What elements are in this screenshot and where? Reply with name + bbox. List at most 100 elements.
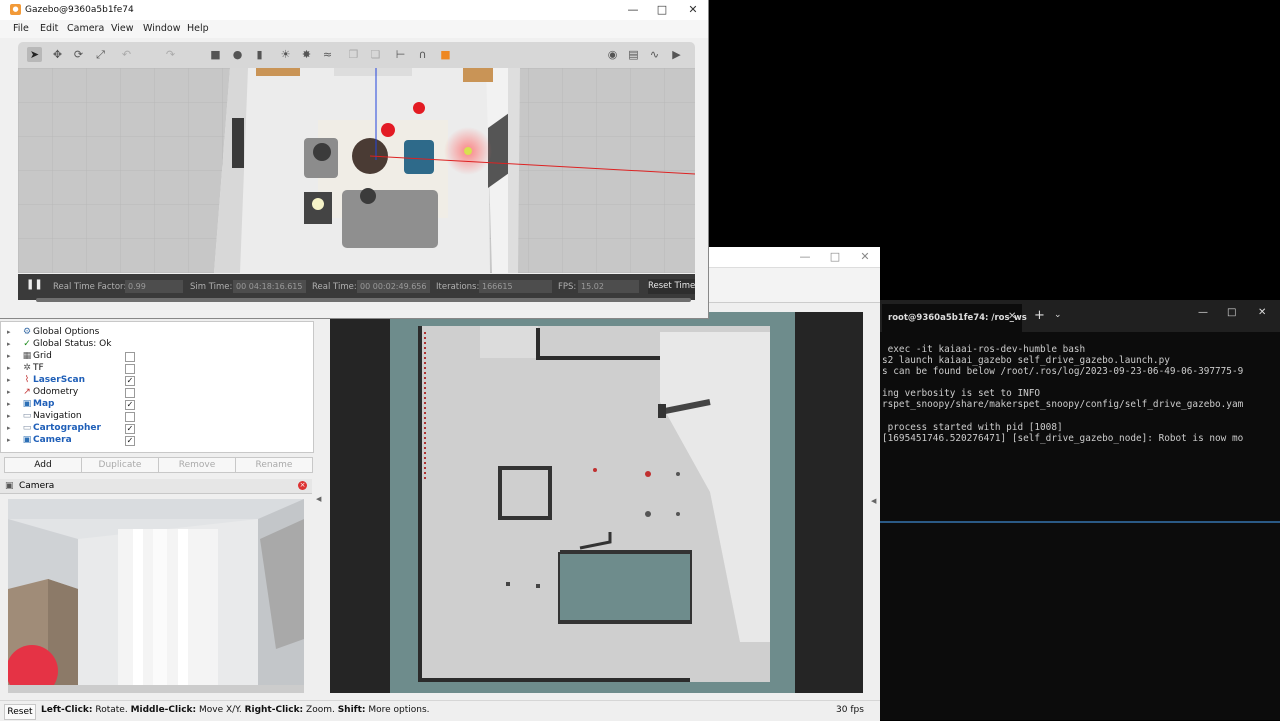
display-item[interactable]: ▸ ⌇ LaserScan ✓ bbox=[5, 374, 305, 386]
expand-arrow-icon[interactable]: ▸ bbox=[7, 338, 15, 350]
sphere-shape-icon[interactable]: ● bbox=[230, 47, 245, 62]
menu-edit[interactable]: Edit bbox=[40, 23, 58, 34]
new-tab-icon[interactable]: + bbox=[1034, 308, 1045, 323]
maximize-icon[interactable]: □ bbox=[828, 250, 842, 264]
copy-icon[interactable]: ❐ bbox=[346, 47, 361, 62]
menu-file[interactable]: File bbox=[13, 23, 29, 34]
close-icon[interactable]: ✕ bbox=[686, 3, 700, 17]
hint-desc: Move X/Y. bbox=[196, 705, 245, 715]
minimize-icon[interactable]: — bbox=[798, 250, 812, 264]
expand-arrow-icon[interactable]: ▸ bbox=[7, 350, 15, 362]
video-record-icon[interactable]: ▶ bbox=[669, 47, 684, 62]
grid-icon: ▦ bbox=[22, 351, 32, 361]
map-3d-view[interactable] bbox=[330, 312, 863, 693]
folder-icon: ▭ bbox=[22, 411, 32, 421]
rviz-statusbar: Reset Left-Click: Rotate. Middle-Click: … bbox=[0, 700, 880, 721]
display-enable-checkbox[interactable]: ✓ bbox=[125, 400, 135, 410]
terminal-pane-divider[interactable] bbox=[880, 521, 1280, 523]
menu-view[interactable]: View bbox=[111, 23, 134, 34]
paste-icon[interactable]: ❏ bbox=[368, 47, 383, 62]
terminal-tab-title: root@9360a5b1fe74: /ros_ws bbox=[888, 313, 1027, 323]
gazebo-toolbar: ➤ ✥ ⟳ ⤢ ↶ ↷ ■ ● ▮ ☀ ✸ ≈ ❐ ❏ ⊢ ∩ ■ ◉ ▤ ∿ … bbox=[18, 42, 695, 68]
rotate-mode-icon[interactable]: ⟳ bbox=[71, 47, 86, 62]
snap-icon[interactable]: ∩ bbox=[415, 47, 430, 62]
display-item[interactable]: ▸ ▣ Map ✓ bbox=[5, 398, 305, 410]
terminal-tab[interactable]: root@9360a5b1fe74: /ros_ws ✕ bbox=[882, 304, 1027, 332]
close-tab-icon[interactable]: ✕ bbox=[1008, 311, 1016, 322]
gear-icon: ⚙ bbox=[22, 327, 32, 337]
menu-help[interactable]: Help bbox=[187, 23, 209, 34]
display-enable-checkbox[interactable]: ✓ bbox=[125, 436, 135, 446]
plot-icon[interactable]: ∿ bbox=[647, 47, 662, 62]
close-icon[interactable]: ✕ bbox=[1258, 307, 1266, 318]
menu-window[interactable]: Window bbox=[143, 23, 180, 34]
maximize-icon[interactable]: □ bbox=[1227, 307, 1236, 318]
terminal-output[interactable]: exec -it kaiaai-ros-dev-humble bash s2 la… bbox=[882, 344, 1280, 464]
spot-light-icon[interactable]: ✸ bbox=[299, 47, 314, 62]
close-icon[interactable]: ✕ bbox=[858, 250, 872, 264]
cylinder-shape-icon[interactable]: ▮ bbox=[252, 47, 267, 62]
log-icon[interactable]: ▤ bbox=[626, 47, 641, 62]
expand-arrow-icon[interactable]: ▸ bbox=[7, 362, 15, 374]
display-item[interactable]: ▸ ✲ TF bbox=[5, 362, 305, 374]
reset-time-button[interactable]: Reset Time bbox=[648, 279, 695, 294]
camera-panel-icon: ▣ bbox=[5, 481, 14, 491]
display-enable-checkbox[interactable]: ✓ bbox=[125, 424, 135, 434]
display-item-label: Camera bbox=[33, 435, 72, 445]
expand-arrow-icon[interactable]: ▸ bbox=[7, 398, 15, 410]
chevron-down-icon[interactable]: ⌄ bbox=[1054, 310, 1062, 320]
terminal-line: s can be found below /root/.ros/log/2023… bbox=[882, 366, 1244, 378]
horizontal-scrollbar[interactable] bbox=[36, 298, 691, 302]
display-item[interactable]: ▸ ▣ Camera ✓ bbox=[5, 434, 305, 446]
display-item[interactable]: ▸ ↗ Odometry bbox=[5, 386, 305, 398]
splitter-handle[interactable]: ◀ bbox=[316, 495, 322, 507]
display-item[interactable]: ▸ ▭ Navigation bbox=[5, 410, 305, 422]
menu-camera[interactable]: Camera bbox=[67, 23, 104, 34]
expand-arrow-icon[interactable]: ▸ bbox=[7, 326, 15, 338]
display-enable-checkbox[interactable] bbox=[125, 412, 135, 422]
remove-display-button[interactable]: Remove bbox=[158, 457, 236, 473]
display-item[interactable]: ▸ ⚙ Global Options bbox=[5, 326, 305, 338]
select-mode-icon[interactable]: ➤ bbox=[27, 47, 42, 62]
fps-value: 15.02 bbox=[578, 280, 639, 293]
display-enable-checkbox[interactable] bbox=[125, 388, 135, 398]
display-item[interactable]: ▸ ▭ Cartographer ✓ bbox=[5, 422, 305, 434]
expand-arrow-icon[interactable]: ▸ bbox=[7, 386, 15, 398]
display-item[interactable]: ▸ ✓ Global Status: Ok bbox=[5, 338, 305, 350]
expand-arrow-icon[interactable]: ▸ bbox=[7, 374, 15, 386]
hint-desc: More options. bbox=[365, 705, 430, 715]
undo-icon[interactable]: ↶ bbox=[119, 47, 134, 62]
screenshot-icon[interactable]: ◉ bbox=[605, 47, 620, 62]
scale-mode-icon[interactable]: ⤢ bbox=[93, 47, 108, 62]
add-display-button[interactable]: Add bbox=[4, 457, 82, 473]
translate-mode-icon[interactable]: ✥ bbox=[50, 47, 65, 62]
align-icon[interactable]: ⊢ bbox=[393, 47, 408, 62]
point-light-icon[interactable]: ☀ bbox=[278, 47, 293, 62]
redo-icon[interactable]: ↷ bbox=[163, 47, 178, 62]
display-item-label: Odometry bbox=[33, 387, 79, 397]
display-enable-checkbox[interactable]: ✓ bbox=[125, 376, 135, 386]
maximize-icon[interactable]: □ bbox=[655, 3, 669, 17]
box-shape-icon[interactable]: ■ bbox=[208, 47, 223, 62]
display-enable-checkbox[interactable] bbox=[125, 364, 135, 374]
expand-arrow-icon[interactable]: ▸ bbox=[7, 434, 15, 446]
iterations-label: Iterations: bbox=[436, 282, 480, 292]
expand-arrow-icon[interactable]: ▸ bbox=[7, 410, 15, 422]
splitter-handle[interactable]: ◀ bbox=[871, 497, 877, 509]
minimize-icon[interactable]: — bbox=[1198, 307, 1208, 318]
reset-button[interactable]: Reset bbox=[4, 704, 36, 720]
hint-desc: Zoom. bbox=[303, 705, 338, 715]
change-view-icon[interactable]: ■ bbox=[438, 47, 453, 62]
gazebo-3d-viewport[interactable] bbox=[18, 68, 695, 273]
camera-image-view[interactable] bbox=[8, 499, 304, 693]
close-panel-icon[interactable]: × bbox=[298, 481, 307, 490]
pause-icon[interactable]: ❚❚ bbox=[26, 279, 43, 290]
display-enable-checkbox[interactable] bbox=[125, 352, 135, 362]
expand-arrow-icon[interactable]: ▸ bbox=[7, 422, 15, 434]
directional-light-icon[interactable]: ≈ bbox=[320, 47, 335, 62]
rename-display-button[interactable]: Rename bbox=[235, 457, 313, 473]
duplicate-display-button[interactable]: Duplicate bbox=[81, 457, 159, 473]
display-item[interactable]: ▸ ▦ Grid bbox=[5, 350, 305, 362]
minimize-icon[interactable]: — bbox=[626, 3, 640, 17]
